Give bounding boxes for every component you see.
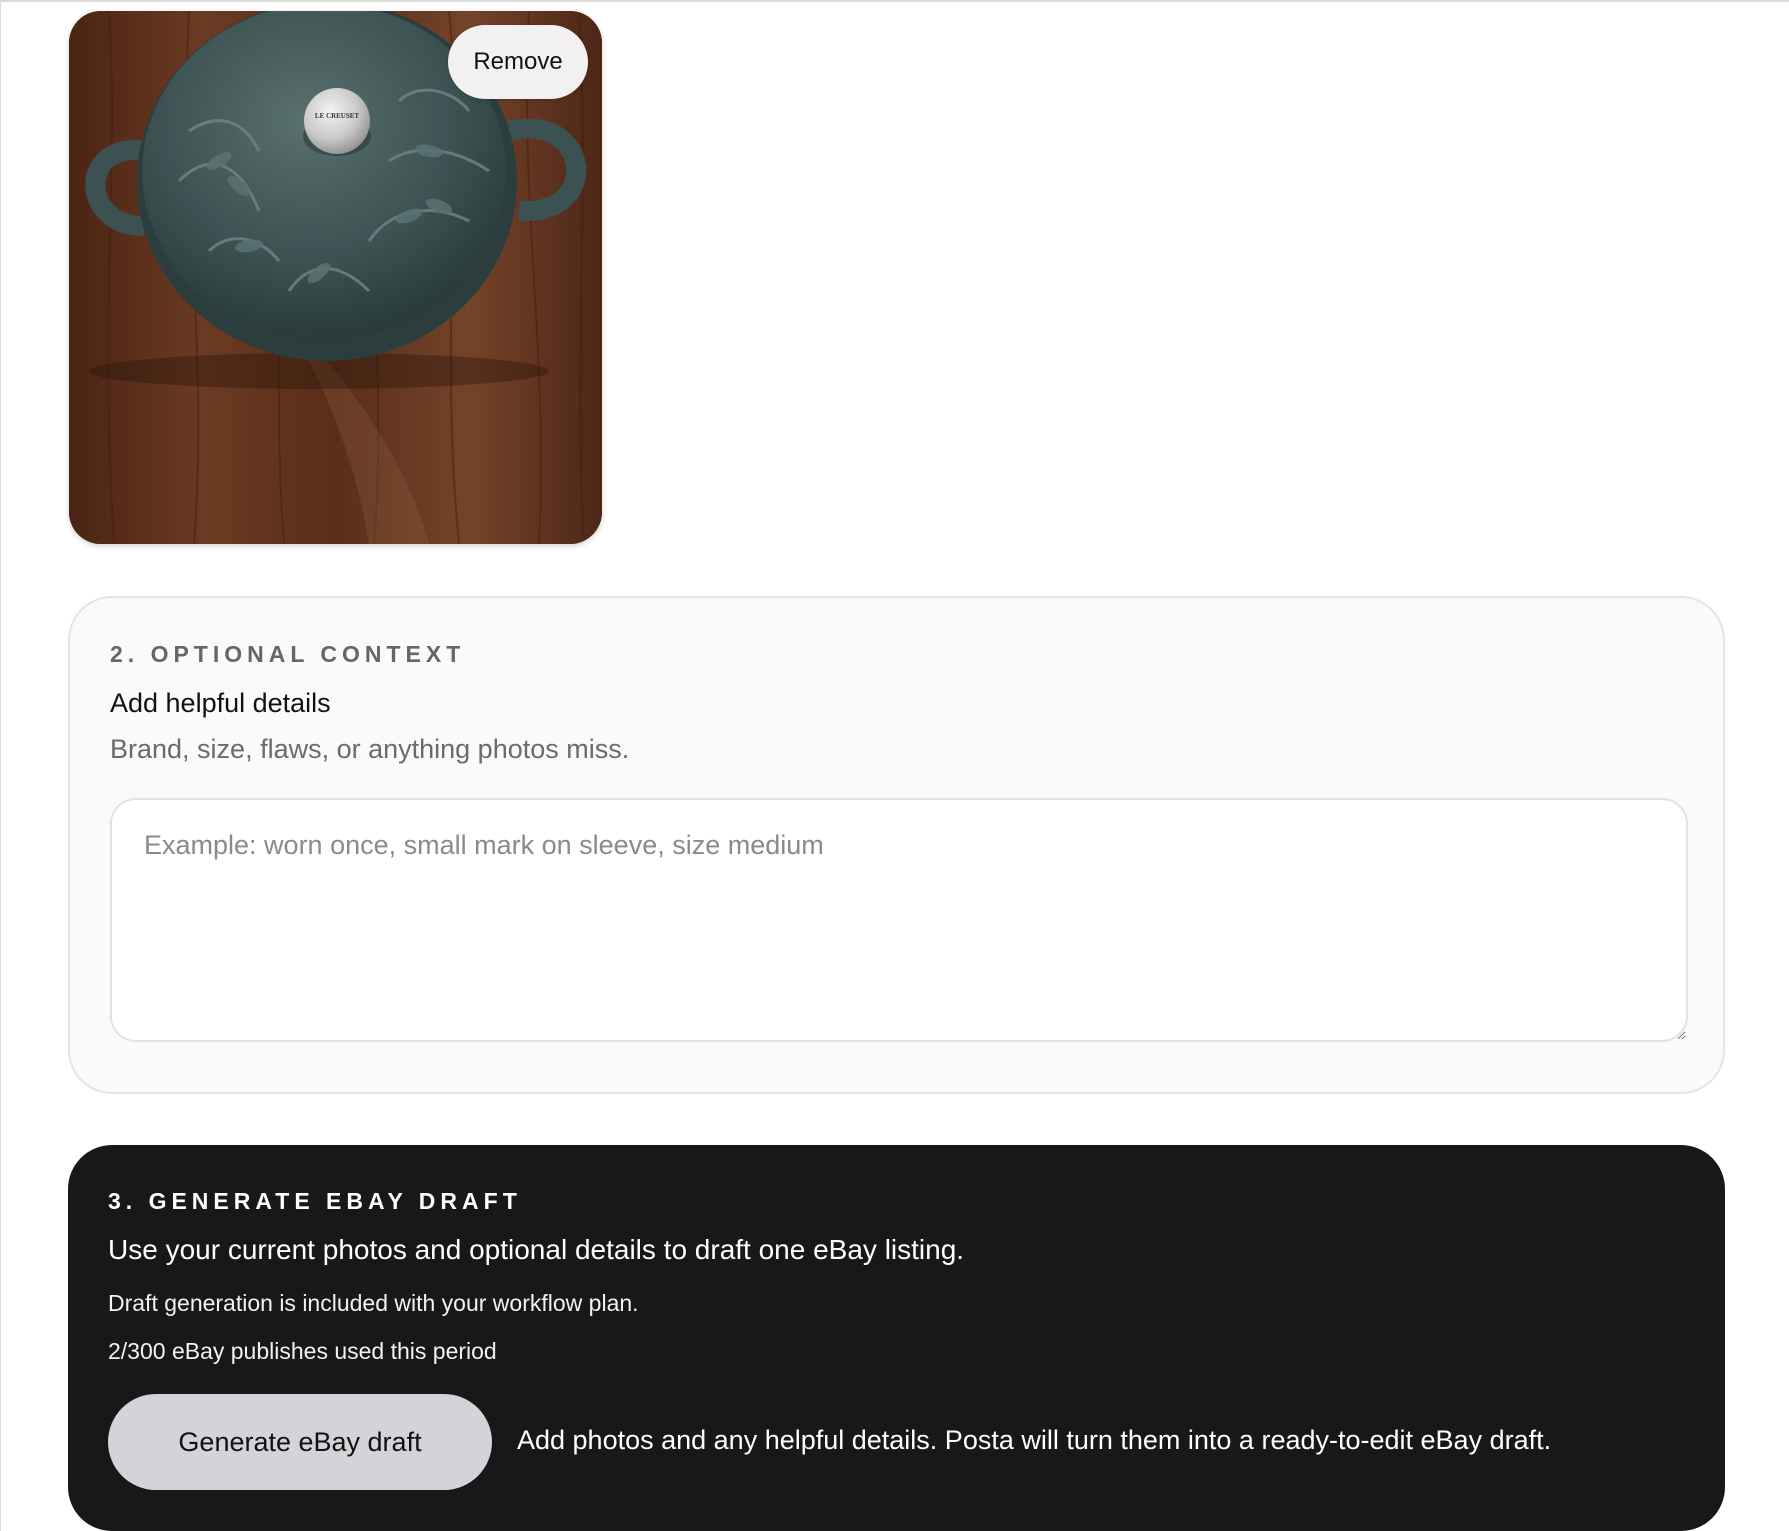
generate-draft-section: 3. GENERATE EBAY DRAFT Use your current … bbox=[68, 1145, 1725, 1531]
section-eyebrow: 3. GENERATE EBAY DRAFT bbox=[108, 1188, 522, 1214]
uploaded-photo-card: LE CREUSET Remove bbox=[69, 11, 602, 544]
optional-context-section: 2. OPTIONAL CONTEXT Add helpful details … bbox=[68, 596, 1725, 1094]
section-lead: Use your current photos and optional det… bbox=[108, 1234, 965, 1265]
usage-counter: 2/300 eBay publishes used this period bbox=[108, 1338, 497, 1364]
remove-photo-button[interactable]: Remove bbox=[448, 25, 588, 99]
page: LE CREUSET Remove 2. OPTIONAL CONTEXT Ad… bbox=[0, 0, 1789, 1531]
section-title: Add helpful details bbox=[110, 688, 331, 718]
generate-draft-button[interactable]: Generate eBay draft bbox=[108, 1394, 492, 1490]
pot-knob-text: LE CREUSET bbox=[315, 112, 359, 120]
section-eyebrow: 2. OPTIONAL CONTEXT bbox=[110, 641, 466, 667]
details-textarea[interactable] bbox=[110, 798, 1688, 1042]
section-subtitle: Brand, size, flaws, or anything photos m… bbox=[110, 734, 630, 764]
plan-note: Draft generation is included with your w… bbox=[108, 1290, 639, 1316]
generate-hint: Add photos and any helpful details. Post… bbox=[517, 1425, 1552, 1455]
